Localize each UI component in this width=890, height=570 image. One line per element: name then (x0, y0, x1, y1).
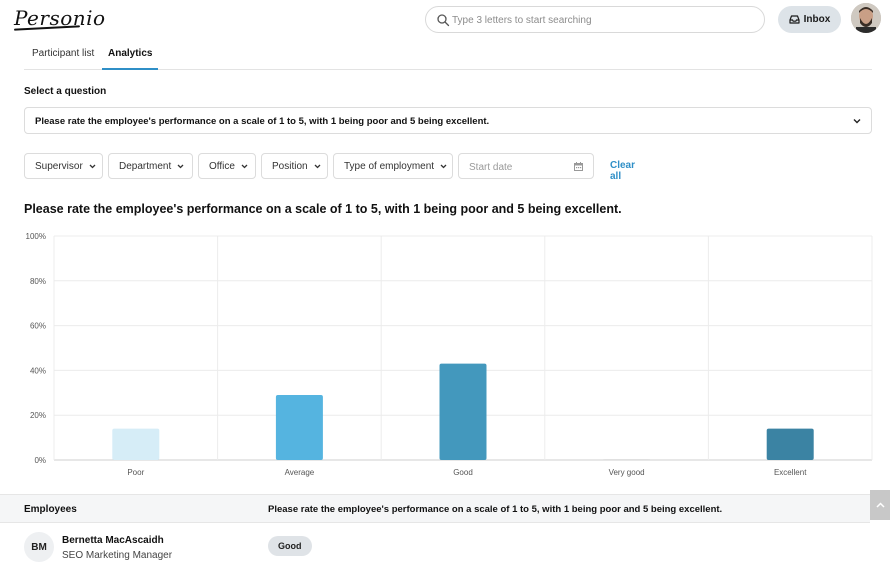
x-tick-label: Very good (609, 468, 645, 477)
question-select-label: Select a question (24, 86, 107, 97)
user-avatar-image (851, 3, 881, 33)
question-select-value: Please rate the employee's performance o… (35, 116, 490, 127)
filter-office-label: Office (209, 160, 235, 172)
bar-excellent (766, 428, 814, 460)
scroll-to-top-button[interactable] (870, 490, 890, 520)
y-tick-label: 60% (30, 322, 46, 331)
inbox-label: Inbox (803, 14, 831, 25)
filter-supervisor-label: Supervisor (35, 160, 83, 172)
employees-column-header: Employees (24, 504, 77, 515)
inbox-icon (789, 15, 800, 24)
tab-analytics[interactable]: Analytics (102, 48, 159, 70)
inbox-button[interactable]: Inbox (778, 6, 841, 33)
employee-name[interactable]: Bernetta MacAscaidh (62, 535, 164, 546)
search-icon (437, 14, 450, 27)
bar-very-good (603, 459, 651, 460)
tab-participant-list[interactable]: Participant list (32, 48, 94, 70)
y-tick-label: 40% (30, 366, 46, 375)
y-tick-label: 80% (30, 277, 46, 286)
filter-department[interactable]: Department (108, 153, 193, 179)
chevron-up-icon (875, 502, 885, 508)
start-date-field[interactable] (458, 153, 594, 179)
x-tick-label: Good (453, 468, 473, 477)
chevron-down-icon (89, 164, 96, 168)
x-tick-label: Poor (127, 468, 144, 477)
search-input[interactable] (452, 11, 752, 29)
answer-column-header: Please rate the employee's performance o… (268, 504, 723, 515)
clear-all-link[interactable]: Clear all (610, 160, 635, 182)
question-select[interactable]: Please rate the employee's performance o… (24, 107, 872, 134)
bar-poor (112, 428, 160, 460)
y-tick-label: 100% (26, 232, 46, 241)
chevron-down-icon (177, 164, 184, 168)
bar-chart: 0% 20% 40% 60% 80% 100% Poor Average Good Very go… (26, 232, 873, 477)
chart-title: Please rate the employee's performance o… (24, 202, 622, 216)
employee-role: SEO Marketing Manager (62, 550, 173, 561)
filter-office[interactable]: Office (198, 153, 256, 179)
filter-supervisor[interactable]: Supervisor (24, 153, 103, 179)
filter-type-of-employment-label: Type of employment (344, 160, 435, 172)
x-tick-label: Excellent (774, 468, 807, 477)
bar-good (439, 363, 487, 460)
chevron-down-icon (853, 119, 861, 124)
y-tick-label: 0% (34, 456, 46, 465)
filter-type-of-employment[interactable]: Type of employment (333, 153, 453, 179)
search-box[interactable] (425, 6, 765, 33)
chevron-down-icon (314, 164, 321, 168)
tab-bar: Participant list Analytics (24, 44, 872, 70)
answer-badge: Good (268, 536, 312, 556)
x-tick-label: Average (285, 468, 315, 477)
user-avatar[interactable] (851, 3, 881, 33)
chevron-down-icon (241, 164, 248, 168)
filter-position-label: Position (272, 160, 308, 172)
chevron-down-icon (440, 164, 447, 168)
start-date-input[interactable] (469, 160, 569, 174)
table-row[interactable]: BM Bernetta MacAscaidh SEO Marketing Man… (0, 524, 870, 570)
top-bar: Personio Inbox (0, 0, 890, 40)
y-tick-label: 20% (30, 411, 46, 420)
bar-average (275, 395, 323, 460)
filter-position[interactable]: Position (261, 153, 328, 179)
employee-avatar: BM (24, 532, 54, 562)
employees-table-header: Employees Please rate the employee's per… (0, 494, 870, 523)
calendar-icon[interactable] (574, 162, 583, 171)
filter-department-label: Department (119, 160, 172, 172)
